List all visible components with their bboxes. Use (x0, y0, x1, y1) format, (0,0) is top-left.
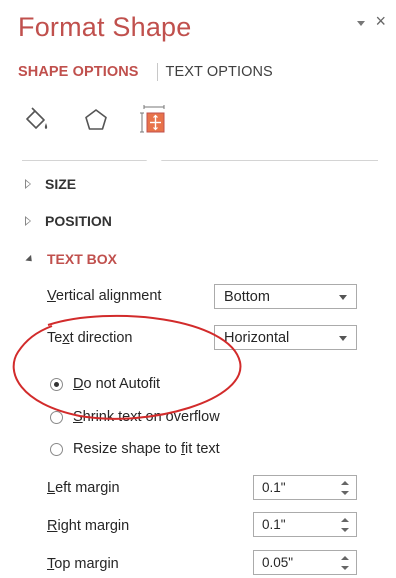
radio-button-checked[interactable] (50, 377, 63, 391)
section-label: POSITION (45, 213, 112, 229)
radio-do-not-autofit[interactable]: Do not Autofit (50, 376, 160, 392)
left-margin-spinner[interactable]: 0.1" (253, 475, 357, 500)
radio-label: Do not Autofit (73, 376, 161, 392)
close-icon[interactable]: × (375, 12, 386, 30)
spinner-value: 0.1" (262, 517, 286, 532)
expand-arrow-icon (25, 216, 32, 226)
select-value: Bottom (224, 288, 270, 305)
select-value: Horizontal (224, 329, 290, 346)
fill-line-tab[interactable] (18, 100, 54, 140)
tab-separator (156, 63, 158, 81)
icon-tab-row (18, 100, 198, 140)
top-margin-spinner[interactable]: 0.05" (253, 550, 357, 575)
section-text-box[interactable]: TEXT BOX (25, 251, 118, 267)
left-margin-label: Left margin (47, 480, 120, 496)
section-label: TEXT BOX (47, 251, 118, 267)
text-direction-label: Text direction (47, 330, 133, 346)
radio-resize-shape[interactable]: Resize shape to fit text (50, 441, 220, 457)
spinner-arrows-icon[interactable] (340, 517, 350, 533)
top-margin-label: Top margin (47, 556, 119, 572)
radio-label: Resize shape to fit text (73, 441, 220, 457)
tab-shape-options[interactable]: SHAPE OPTIONS (18, 64, 139, 80)
spinner-value: 0.1" (262, 480, 286, 495)
pane-controls: × (357, 12, 386, 30)
effects-tab[interactable] (78, 100, 114, 140)
expand-arrow-icon (25, 179, 32, 189)
collapse-arrow-icon (25, 254, 35, 264)
tab-text-options[interactable]: TEXT OPTIONS (166, 64, 273, 80)
section-label: SIZE (45, 176, 77, 192)
text-direction-select[interactable]: Horizontal (214, 325, 357, 350)
vertical-alignment-label: Vertical alignment (47, 288, 162, 304)
chevron-down-icon (339, 295, 347, 300)
fill-line-icon (26, 107, 48, 129)
vertical-alignment-select[interactable]: Bottom (214, 284, 357, 309)
radio-button[interactable] (50, 442, 63, 456)
format-shape-pane: Format Shape × SHAPE OPTIONS TEXT OPTION… (0, 0, 396, 578)
chevron-down-icon[interactable] (357, 20, 366, 26)
spinner-arrows-icon[interactable] (340, 480, 350, 496)
radio-label: Shrink text on overflow (73, 409, 220, 425)
size-properties-icon (140, 105, 165, 133)
right-margin-label: Right margin (47, 518, 130, 534)
section-position[interactable]: POSITION (25, 213, 112, 229)
radio-button[interactable] (50, 410, 63, 424)
section-size[interactable]: SIZE (25, 176, 77, 192)
pane-title: Format Shape (18, 12, 192, 42)
effects-pentagon-icon (85, 109, 107, 130)
radio-shrink-text[interactable]: Shrink text on overflow (50, 409, 220, 425)
size-properties-tab[interactable] (136, 100, 172, 140)
options-tabs: SHAPE OPTIONS TEXT OPTIONS (18, 63, 273, 81)
spinner-value: 0.05" (262, 555, 294, 570)
spinner-arrows-icon[interactable] (340, 555, 350, 571)
chevron-down-icon (339, 336, 347, 341)
right-margin-spinner[interactable]: 0.1" (253, 512, 357, 537)
